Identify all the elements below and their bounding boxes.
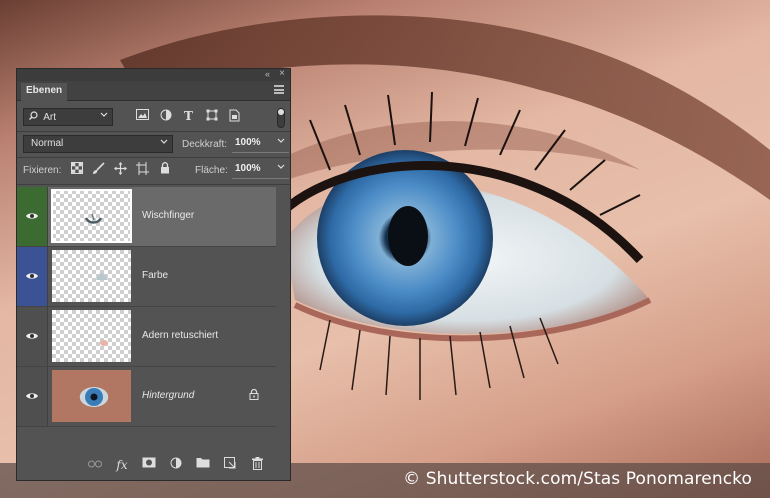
chevron-down-icon [160,138,168,147]
chevron-down-icon[interactable] [277,163,285,172]
eye-icon [26,273,38,279]
close-panel-icon[interactable]: × [279,68,285,79]
layer-lock-icon [249,388,259,403]
background-photo-thumbnail[interactable] [52,370,131,422]
new-layer-icon[interactable] [222,457,238,473]
divider [17,131,290,132]
layer-thumbnail[interactable] [52,310,131,362]
blend-mode-select[interactable]: Normal [23,135,173,153]
panel-tab-row: Ebenen [17,81,290,101]
shape-filter-icon[interactable] [204,109,219,124]
layer-name[interactable]: Adern retuschiert [142,330,218,341]
lock-image-pixels-icon[interactable] [91,162,106,177]
eye-icon [26,213,38,219]
layer-thumbnail[interactable] [52,250,131,302]
lock-all-icon[interactable] [157,162,172,177]
fill-value: 100% [235,163,261,174]
filter-toggle-switch[interactable] [277,108,285,128]
filter-type-label: Art [43,112,57,123]
opacity-value: 100% [235,137,261,148]
blend-row: Normal Deckkraft: 100% [17,133,290,157]
visibility-toggle[interactable] [17,247,48,306]
layer-filter-row: Art T [17,105,290,131]
lock-position-icon[interactable] [113,162,128,177]
lock-artboard-icon[interactable] [135,162,150,177]
blend-mode-value: Normal [31,138,64,149]
chevron-down-icon[interactable] [277,137,285,146]
lock-transparent-pixels-icon[interactable] [69,162,84,177]
layer-row-hintergrund[interactable]: Hintergrund [17,367,276,427]
layers-list: Wischfinger Farbe Adern retuschiert Hint… [17,187,290,427]
layer-name[interactable]: Farbe [142,270,168,281]
adjustment-layer-icon[interactable] [168,457,184,473]
panel-title-bar[interactable]: « × [17,68,290,81]
layer-row-farbe[interactable]: Farbe [17,247,276,307]
eye-icon [26,393,38,399]
new-group-icon[interactable] [195,457,211,473]
layer-name[interactable]: Wischfinger [142,210,194,221]
filter-type-select[interactable]: Art [23,108,113,126]
search-icon [29,111,38,123]
layer-row-adern-retuschiert[interactable]: Adern retuschiert [17,307,276,367]
adjustment-filter-icon[interactable] [158,109,173,124]
opacity-field[interactable]: 100% [232,135,289,153]
eye-icon [26,333,38,339]
tab-ebenen[interactable]: Ebenen [21,83,68,101]
divider [17,184,290,185]
layer-row-wischfinger[interactable]: Wischfinger [17,187,276,247]
copyright-credit: © Shutterstock.com/Stas Ponomarencko [403,469,752,489]
type-filter-icon[interactable]: T [181,109,196,124]
fill-label: Fläche: [195,165,228,176]
link-layers-icon[interactable] [87,457,103,473]
opacity-label: Deckkraft: [182,139,228,150]
divider [17,157,290,158]
trash-icon[interactable] [249,457,265,473]
chevron-down-icon [100,111,108,120]
layer-name[interactable]: Hintergrund [142,390,194,401]
panel-bottom-toolbar: fx [17,449,290,481]
layers-panel: « × Ebenen Art T Normal Deckkraft: 100% … [16,68,291,481]
smart-object-filter-icon[interactable] [227,109,242,124]
lock-label: Fixieren: [23,165,62,176]
image-filter-icon[interactable] [135,109,150,124]
add-mask-icon[interactable] [141,457,157,473]
lock-row: Fixieren: Fläche: 100% [17,159,290,183]
visibility-toggle[interactable] [17,307,48,366]
fx-icon[interactable]: fx [114,457,130,473]
fill-field[interactable]: 100% [232,161,289,179]
visibility-toggle[interactable] [17,187,48,246]
layer-thumbnail[interactable] [51,189,132,243]
panel-menu-icon[interactable] [274,85,284,94]
visibility-toggle[interactable] [17,367,48,426]
collapse-panel-icon[interactable]: « [265,69,270,79]
